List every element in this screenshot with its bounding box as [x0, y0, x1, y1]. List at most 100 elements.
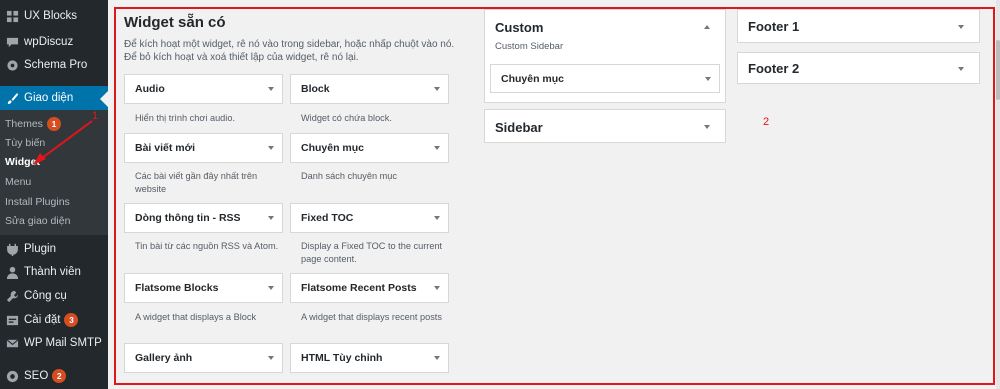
- annotation-arrow: [33, 120, 93, 165]
- widget-description: Display a Fixed TOC to the current page …: [301, 241, 443, 264]
- available-widgets-desc-1: Để kích hoạt một widget, rê nó vào trong…: [124, 39, 455, 50]
- menu-label: WP Mail SMTP: [24, 337, 102, 349]
- menu-ux-blocks[interactable]: UX Blocks: [0, 4, 108, 28]
- caret-down-icon[interactable]: [434, 216, 440, 220]
- sidebar-area-footer-1[interactable]: Footer 1: [737, 9, 980, 43]
- widget-flatsome-blocks[interactable]: Flatsome Blocks: [124, 273, 283, 303]
- menu-wpdiscuz[interactable]: wpDiscuz: [0, 30, 108, 54]
- caret-down-icon[interactable]: [434, 286, 440, 290]
- submenu-sua-giao-dien[interactable]: Sửa giao diện: [0, 211, 108, 230]
- sidebar-area-title[interactable]: Custom: [495, 20, 543, 35]
- widget-title: Chuyên mục: [301, 142, 365, 154]
- grid-icon: [5, 9, 19, 23]
- menu-seo[interactable]: SEO 2: [0, 364, 108, 388]
- menu-label: Cài đặt: [24, 314, 61, 326]
- menu-schema-pro[interactable]: Schema Pro: [0, 53, 108, 77]
- seo-icon: [5, 369, 19, 383]
- caret-down-icon[interactable]: [268, 87, 274, 91]
- page-scrollbar-thumb[interactable]: [996, 40, 1000, 100]
- submenu-menu[interactable]: Menu: [0, 172, 108, 191]
- caret-down-icon[interactable]: [268, 216, 274, 220]
- menu-label: Plugin: [24, 243, 56, 255]
- menu-label: Giao diện: [24, 92, 74, 104]
- comment-icon: [5, 35, 19, 49]
- update-badge: 3: [64, 313, 79, 327]
- caret-down-icon[interactable]: [268, 356, 274, 360]
- widget-description: Danh sách chuyên mục: [301, 171, 398, 181]
- submenu-label: Sửa giao diện: [5, 214, 71, 227]
- widget-title: HTML Tùy chỉnh: [301, 352, 383, 364]
- settings-icon: [5, 313, 19, 327]
- submenu-label: Install Plugins: [5, 195, 70, 208]
- widget-description: A widget that displays recent posts: [301, 312, 442, 322]
- menu-label: wpDiscuz: [24, 36, 74, 48]
- paintbrush-icon: [5, 91, 19, 105]
- menu-label: Công cụ: [24, 290, 67, 302]
- caret-down-icon[interactable]: [268, 286, 274, 290]
- available-widgets-title: Widget sẵn có: [124, 14, 226, 31]
- menu-label: UX Blocks: [24, 10, 78, 22]
- widget-title: Audio: [135, 83, 165, 95]
- widget-dong-thong-tin-rss[interactable]: Dòng thông tin - RSS: [124, 203, 283, 233]
- widget-chuyen-muc[interactable]: Chuyên mục: [290, 133, 449, 163]
- caret-down-icon[interactable]: [434, 356, 440, 360]
- sidebar-area-footer-2[interactable]: Footer 2: [737, 52, 980, 84]
- menu-plugin[interactable]: Plugin: [0, 237, 108, 261]
- widget-title: Gallery ảnh: [135, 352, 193, 364]
- active-menu-arrow: [100, 91, 108, 107]
- widget-description: A widget that displays a Block: [135, 312, 257, 322]
- widget-block[interactable]: Block: [290, 74, 449, 104]
- menu-giao-dien[interactable]: Giao diện: [0, 86, 108, 110]
- widget-gallery-anh[interactable]: Gallery ảnh: [124, 343, 283, 373]
- sidebar-area-title: Footer 1: [748, 19, 800, 34]
- widget-description: Hiển thị trình chơi audio.: [135, 113, 235, 123]
- widget-description: Các bài viết gần đây nhất trên website: [135, 171, 258, 194]
- sidebar-area-title: Sidebar: [495, 120, 543, 135]
- update-badge: 2: [52, 369, 67, 383]
- menu-cong-cu[interactable]: Công cụ: [0, 284, 108, 308]
- widget-description: Widget có chứa block.: [301, 113, 392, 123]
- caret-down-icon[interactable]: [958, 25, 964, 29]
- caret-down-icon[interactable]: [268, 146, 274, 150]
- available-widgets-desc-2: Để bỏ kích hoạt và xoá thiết lập của wid…: [124, 52, 359, 63]
- gear-icon: [5, 58, 19, 72]
- widget-audio[interactable]: Audio: [124, 74, 283, 104]
- sidebar-widget-chuyen-muc[interactable]: Chuyên mục: [490, 64, 720, 93]
- widget-title: Block: [301, 83, 330, 95]
- plug-icon: [5, 242, 19, 256]
- widget-description: Tin bài từ các nguồn RSS và Atom.: [135, 241, 279, 251]
- caret-up-icon[interactable]: [704, 25, 710, 29]
- caret-down-icon[interactable]: [704, 125, 710, 129]
- user-icon: [5, 265, 19, 279]
- admin-sidebar: UX Blocks wpDiscuz Schema Pro Giao diện …: [0, 0, 108, 389]
- sidebar-area-sidebar[interactable]: Sidebar: [484, 109, 726, 143]
- menu-label: SEO: [24, 370, 49, 382]
- menu-wp-mail-smtp[interactable]: WP Mail SMTP: [0, 331, 108, 355]
- widget-html-tuy-chinh[interactable]: HTML Tùy chỉnh: [290, 343, 449, 373]
- widget-flatsome-recent-posts[interactable]: Flatsome Recent Posts: [290, 273, 449, 303]
- widget-title: Fixed TOC: [301, 212, 354, 224]
- widget-title: Bài viết mới: [135, 142, 195, 154]
- menu-label: Thành viên: [24, 266, 81, 278]
- caret-down-icon[interactable]: [705, 76, 711, 81]
- widget-bai-viet-moi[interactable]: Bài viết mới: [124, 133, 283, 163]
- widget-fixed-toc[interactable]: Fixed TOC: [290, 203, 449, 233]
- sidebar-area-title: Footer 2: [748, 61, 800, 76]
- menu-cai-dat[interactable]: Cài đặt 3: [0, 308, 108, 332]
- submenu-label: Menu: [5, 175, 32, 188]
- wrench-icon: [5, 289, 19, 303]
- widget-title: Flatsome Blocks: [135, 282, 219, 294]
- sidebar-area-custom: Custom Custom Sidebar Chuyên mục: [484, 9, 726, 103]
- caret-down-icon[interactable]: [434, 146, 440, 150]
- menu-thanh-vien[interactable]: Thành viên: [0, 260, 108, 284]
- menu-label: Schema Pro: [24, 59, 88, 71]
- submenu-install-plugins[interactable]: Install Plugins: [0, 192, 108, 211]
- annotation-number-1: 1: [92, 110, 99, 122]
- caret-down-icon[interactable]: [434, 87, 440, 91]
- caret-down-icon[interactable]: [958, 67, 964, 71]
- sidebar-area-description: Custom Sidebar: [495, 41, 564, 52]
- widget-title: Flatsome Recent Posts: [301, 282, 417, 294]
- widget-title: Dòng thông tin - RSS: [135, 212, 241, 224]
- widget-title: Chuyên mục: [501, 72, 565, 85]
- mail-icon: [5, 336, 19, 350]
